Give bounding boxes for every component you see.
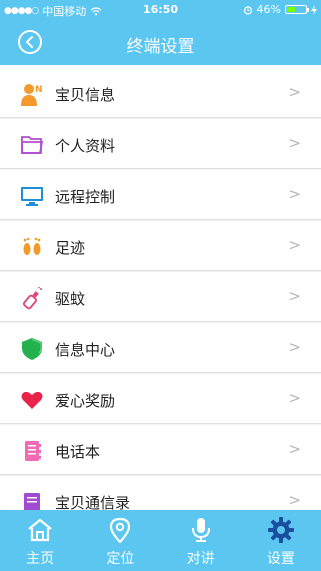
menu-item-remote-control[interactable]: 远程控制 > bbox=[0, 170, 321, 220]
tab-label: 对讲 bbox=[186, 551, 215, 567]
footprints-icon bbox=[23, 237, 41, 255]
menu-item-label: 个人资料 bbox=[55, 137, 116, 155]
menu-item-love-rewards[interactable]: 爱心奖励 > bbox=[0, 374, 321, 424]
menu-item-profile[interactable]: 个人资料 > bbox=[0, 119, 321, 169]
heart-icon bbox=[21, 391, 43, 409]
chevron-right-icon: > bbox=[288, 440, 301, 458]
tab-label: 主页 bbox=[26, 551, 55, 567]
tab-label: 设置 bbox=[266, 551, 295, 567]
tab-home[interactable]: 主页 bbox=[0, 510, 80, 571]
bottom-tab-bar: 主页 定位 对讲 设置 bbox=[0, 510, 321, 571]
tab-intercom[interactable]: 对讲 bbox=[161, 510, 241, 571]
menu-item-label: 爱心奖励 bbox=[55, 392, 116, 410]
chevron-right-icon: > bbox=[288, 185, 301, 203]
tab-settings[interactable]: 设置 bbox=[241, 510, 321, 571]
location-pin-icon bbox=[110, 517, 131, 543]
battery-fill bbox=[287, 7, 295, 12]
header-bar: 终端设置 bbox=[0, 20, 321, 65]
tab-location[interactable]: 定位 bbox=[80, 510, 160, 571]
tab-label: 定位 bbox=[106, 551, 135, 567]
menu-item-label: 远程控制 bbox=[55, 188, 116, 206]
chevron-right-icon: > bbox=[288, 338, 301, 356]
menu-item-footprints[interactable]: 足迹 > bbox=[0, 221, 321, 271]
chevron-right-icon: > bbox=[288, 491, 301, 509]
svg-text:N: N bbox=[35, 85, 43, 95]
home-icon bbox=[28, 518, 52, 542]
menu-item-message-center[interactable]: 信息中心 > bbox=[0, 323, 321, 373]
settings-list: N 宝贝信息 > 个人资料 > 远程控制 > 足迹 > 驱蚊 > 信息中心 > … bbox=[0, 68, 321, 510]
menu-item-label: 驱蚊 bbox=[55, 290, 86, 308]
menu-item-label: 宝贝信息 bbox=[55, 86, 116, 104]
menu-item-baby-contacts[interactable]: 宝贝通信录 > bbox=[0, 476, 321, 510]
menu-item-label: 宝贝通信录 bbox=[55, 494, 131, 510]
chevron-right-icon: > bbox=[288, 134, 301, 152]
chevron-right-icon: > bbox=[288, 287, 301, 305]
chevron-right-icon: > bbox=[288, 236, 301, 254]
battery-icon bbox=[285, 5, 309, 14]
menu-item-label: 信息中心 bbox=[55, 341, 116, 359]
menu-item-label: 足迹 bbox=[55, 239, 86, 257]
shield-icon bbox=[22, 338, 42, 360]
page-title: 终端设置 bbox=[126, 37, 195, 57]
status-right: 46% bbox=[243, 3, 317, 16]
chevron-right-icon: > bbox=[288, 83, 301, 101]
alarm-icon bbox=[243, 5, 252, 15]
monitor-icon bbox=[21, 187, 43, 206]
contacts-icon bbox=[24, 493, 40, 510]
battery-percent: 46% bbox=[256, 3, 281, 16]
charging-icon bbox=[311, 4, 317, 15]
chevron-right-icon: > bbox=[288, 389, 301, 407]
menu-item-baby-info[interactable]: N 宝贝信息 > bbox=[0, 68, 321, 118]
status-bar: ●●●●○ 中国移动 16:50 46% bbox=[0, 0, 321, 20]
baby-info-icon: N bbox=[21, 84, 43, 106]
folder-icon bbox=[21, 136, 44, 154]
phonebook-icon bbox=[25, 441, 41, 461]
menu-item-label: 电话本 bbox=[55, 443, 101, 461]
menu-item-mosquito-repellent[interactable]: 驱蚊 > bbox=[0, 272, 321, 322]
gear-icon bbox=[267, 517, 294, 543]
menu-item-phonebook[interactable]: 电话本 > bbox=[0, 425, 321, 475]
microphone-icon bbox=[191, 518, 210, 542]
mosquito-repellent-icon bbox=[22, 286, 42, 310]
